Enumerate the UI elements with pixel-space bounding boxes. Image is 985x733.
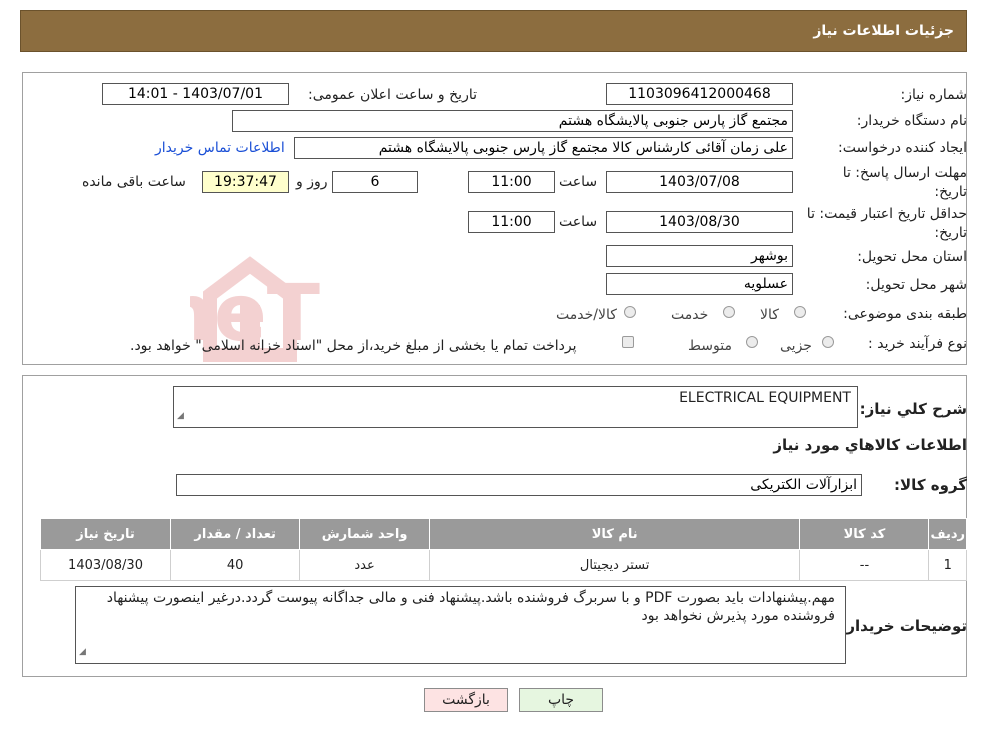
remaining-label: ساعت باقی مانده: [82, 174, 186, 190]
days-field: 6: [332, 171, 418, 193]
summary-label: شرح کلي نياز:: [859, 400, 967, 418]
category-radio-goods-service[interactable]: [624, 306, 636, 318]
announce-field: 1403/07/01 - 14:01: [102, 83, 289, 105]
buyer-notes-label: توضيحات خريدار:: [840, 617, 967, 635]
cell-code: --: [799, 549, 930, 581]
col-header-name: نام کالا: [428, 518, 801, 550]
process-minor-label: جزیی: [780, 338, 812, 354]
items-heading: اطلاعات کالاهاي مورد نياز: [773, 436, 967, 454]
creator-label: ایجاد کننده درخواست:: [838, 140, 967, 156]
goods-group-field: ابزارآلات الکتریکی: [176, 474, 862, 496]
summary-textarea[interactable]: ELECTRICAL EQUIPMENT ◢: [173, 386, 858, 428]
col-header-need-date: تاريخ نياز: [39, 518, 172, 550]
col-header-unit: واحد شمارش: [299, 518, 430, 550]
validity-label-line2: تاریخ:: [934, 225, 967, 241]
city-label: شهر محل تحویل:: [865, 277, 967, 293]
validity-time-field: 11:00: [468, 211, 555, 233]
category-goods-service-label: کالا/خدمت: [556, 307, 617, 323]
cell-unit: عدد: [299, 549, 430, 581]
buyer-org-label: نام دستگاه خریدار:: [856, 113, 967, 129]
buyer-contact-link[interactable]: اطلاعات تماس خریدار: [155, 140, 285, 156]
city-field: عسلویه: [606, 273, 793, 295]
table-row: 1 -- تستر دیجیتال عدد 40 1403/08/30: [39, 549, 967, 581]
deadline-time-field: 11:00: [468, 171, 555, 193]
summary-text: ELECTRICAL EQUIPMENT: [679, 390, 851, 406]
buyer-org-field: مجتمع گاز پارس جنوبی پالایشگاه هشتم: [232, 110, 793, 132]
announce-label: تاریخ و ساعت اعلان عمومی:: [308, 87, 477, 103]
category-goods-label: کالا: [760, 307, 779, 323]
page-header: جزئیات اطلاعات نیاز: [20, 10, 967, 52]
validity-label-line1: حداقل تاریخ اعتبار قیمت: تا: [806, 206, 967, 222]
validity-date-field: 1403/08/30: [606, 211, 793, 233]
deadline-time-label: ساعت: [559, 174, 598, 190]
cell-quantity: 40: [170, 549, 301, 581]
resize-grip-icon[interactable]: ◢: [79, 643, 86, 661]
deadline-label-line1: مهلت ارسال پاسخ: تا: [842, 165, 967, 181]
need-number-field: 1103096412000468: [606, 83, 793, 105]
province-label: استان محل تحویل:: [857, 249, 967, 265]
category-service-label: خدمت: [671, 307, 709, 323]
goods-group-label: گروه کالا:: [894, 476, 967, 494]
buyer-notes-text: مهم.پیشنهادات باید بصورت PDF و با سربرگ …: [106, 590, 835, 624]
process-medium-label: متوسط: [688, 338, 732, 354]
col-header-code: کد کالا: [799, 518, 930, 550]
creator-field: علی زمان آقائی کارشناس کالا مجتمع گاز پا…: [294, 137, 793, 159]
cell-row-number: 1: [928, 549, 967, 581]
col-header-row-number: رديف: [928, 518, 967, 550]
category-label: طبقه بندی موضوعی:: [843, 306, 967, 322]
need-number-label: شماره نیاز:: [900, 87, 968, 103]
category-radio-goods[interactable]: [794, 306, 806, 318]
process-radio-medium[interactable]: [746, 336, 758, 348]
process-radio-minor[interactable]: [822, 336, 834, 348]
print-button[interactable]: چاپ: [519, 688, 603, 712]
back-button[interactable]: بازگشت: [424, 688, 508, 712]
buyer-notes-textarea[interactable]: مهم.پیشنهادات باید بصورت PDF و با سربرگ …: [75, 586, 846, 664]
days-label: روز و: [296, 174, 328, 190]
col-header-quantity: تعداد / مقدار: [170, 518, 301, 550]
process-note: پرداخت تمام یا بخشی از مبلغ خرید،از محل …: [130, 338, 577, 354]
cell-name: تستر دیجیتال: [428, 549, 801, 581]
province-field: بوشهر: [606, 245, 793, 267]
cell-need-date: 1403/08/30: [39, 549, 172, 581]
category-radio-service[interactable]: [723, 306, 735, 318]
resize-grip-icon[interactable]: ◢: [177, 407, 184, 425]
items-table-header-row: رديف کد کالا نام کالا واحد شمارش تعداد /…: [39, 518, 967, 550]
treasury-checkbox[interactable]: [622, 336, 634, 348]
remaining-time-field: 19:37:47: [202, 171, 289, 193]
page-title: جزئیات اطلاعات نیاز: [813, 23, 954, 39]
deadline-date-field: 1403/07/08: [606, 171, 793, 193]
deadline-label-line2: تاریخ:: [934, 184, 967, 200]
items-table: رديف کد کالا نام کالا واحد شمارش تعداد /…: [39, 518, 967, 581]
process-label: نوع فرآیند خرید :: [868, 336, 967, 352]
validity-time-label: ساعت: [559, 214, 598, 230]
